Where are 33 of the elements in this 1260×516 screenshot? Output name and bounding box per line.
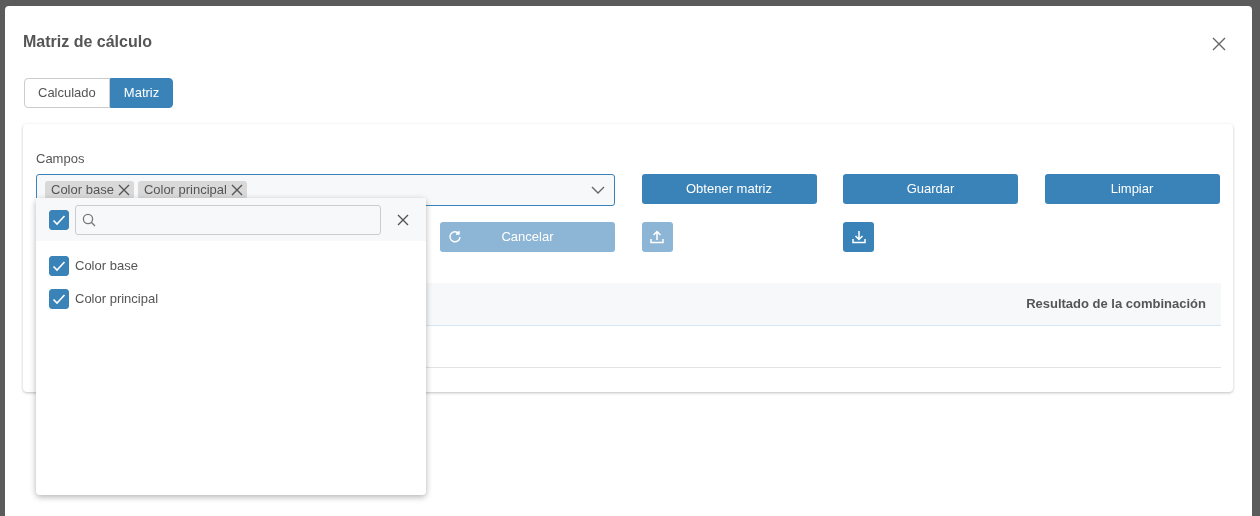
select-all-checkbox[interactable]: [49, 209, 69, 230]
close-icon: [1212, 37, 1226, 51]
button[interactable]: Guardar: [843, 173, 1018, 204]
chip-label: Color principal: [143, 180, 227, 199]
option-label: Color base: [75, 256, 138, 275]
tab[interactable]: Matriz: [109, 78, 174, 108]
remove-chip-button[interactable]: [117, 183, 130, 196]
search-field[interactable]: [75, 204, 381, 235]
button[interactable]: Obtener matriz: [641, 173, 817, 204]
close-icon: [230, 183, 243, 196]
checkbox[interactable]: [49, 255, 69, 276]
checkbox[interactable]: [49, 288, 69, 309]
field-label: Campos: [36, 150, 85, 168]
close-icon: [397, 213, 409, 226]
button[interactable]: Limpiar: [1044, 173, 1220, 204]
clear-search-button[interactable]: [397, 213, 409, 226]
check-icon: [52, 259, 66, 272]
search-icon: [82, 212, 96, 227]
close-icon: [117, 183, 130, 196]
close-button[interactable]: [1212, 37, 1228, 53]
refresh-icon: [448, 229, 462, 244]
check-icon: [52, 213, 66, 226]
dialog-title: Matriz de cálculo: [23, 32, 152, 52]
check-icon: [52, 292, 66, 305]
chip-label: Color base: [51, 180, 114, 199]
upload-icon: [650, 229, 664, 244]
download-button[interactable]: [843, 221, 874, 252]
column-header: Resultado de la combinación: [1026, 294, 1206, 313]
remove-chip-button[interactable]: [230, 183, 243, 196]
option-label: Color principal: [75, 289, 159, 308]
download-icon: [851, 229, 866, 244]
tab[interactable]: Calculado: [24, 78, 110, 108]
chevron-down-icon: [591, 185, 605, 194]
